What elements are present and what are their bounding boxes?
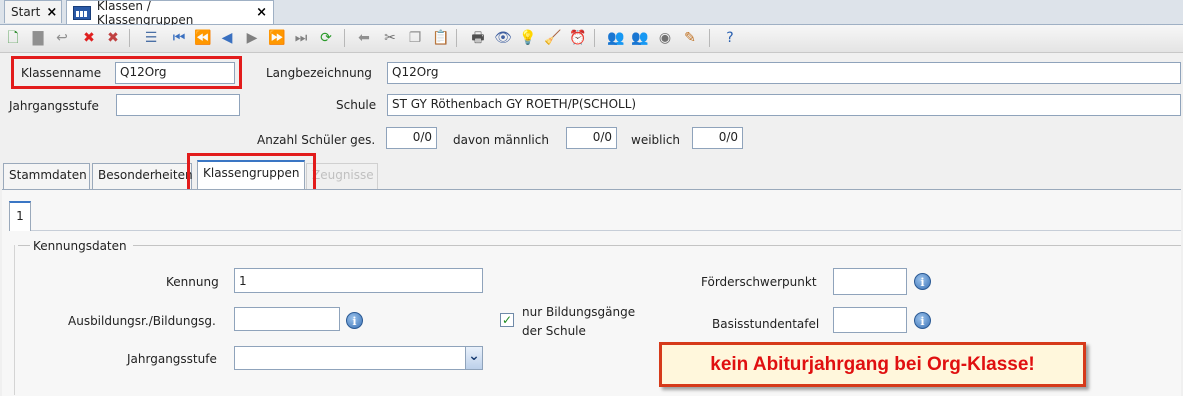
tab-klassen-label: Klassen / Klassengruppen	[96, 0, 194, 27]
schule-field[interactable]: ST GY Röthenbach GY ROETH/P(SCHOLL)	[387, 94, 1181, 116]
delete-icon[interactable]: ✖	[79, 28, 99, 48]
close-icon[interactable]: ×	[46, 5, 57, 20]
paste-icon[interactable]: 📋	[431, 28, 451, 48]
basisstundentafel-label: Basisstundentafel	[712, 317, 820, 331]
anzahl-schueler-value: 0/0	[386, 127, 437, 149]
foerderschwerpunkt-label: Förderschwerpunkt	[701, 275, 817, 289]
copy-icon[interactable]: ❐	[405, 28, 425, 48]
anzahl-schueler-label: Anzahl Schüler ges.	[257, 133, 376, 147]
weiblich-label: weiblich	[631, 133, 681, 147]
info-icon[interactable]: i	[914, 273, 931, 290]
print-icon[interactable]: 🖶	[468, 28, 488, 48]
previous-record-icon[interactable]: ◀	[217, 28, 237, 48]
basisstundentafel-field[interactable]	[833, 307, 907, 333]
kennung-jahrgangsstufe-select[interactable]	[234, 346, 483, 370]
section-line-vertical	[14, 245, 15, 395]
toolbar-separator	[594, 29, 595, 47]
user-group-icon[interactable]: 👥	[630, 28, 650, 48]
toolbar-separator	[456, 29, 457, 47]
hint-icon[interactable]: 💡	[518, 28, 538, 48]
new-icon[interactable]: 🗋	[3, 28, 23, 48]
users-icon[interactable]: 👥	[606, 28, 626, 48]
unit-icon[interactable]: ◉	[655, 28, 675, 48]
bildungsgaenge-checkbox[interactable]: ✓	[500, 313, 514, 327]
window-icon	[73, 5, 91, 20]
klassenname-field[interactable]: Q12Org	[115, 62, 235, 84]
section-line-right	[133, 245, 1181, 246]
undo-icon[interactable]: ↩	[52, 28, 72, 48]
toolbar: 🗋 ▇ ↩ ✖ ✖ ☰ ⏮ ⏪ ◀ ▶ ⏩ ⏭ ⟳ ⬅ ✂ ❐ 📋 🖶 👁 💡 🧹 ⏰ 👥 👥 ◉ ✎?	[0, 25, 1183, 53]
langbezeichnung-label: Langbezeichnung	[266, 66, 372, 80]
jahrgangsstufe-field[interactable]	[116, 94, 240, 116]
schule-label: Schule	[336, 98, 377, 112]
toolbar-separator	[709, 29, 710, 47]
tab-start[interactable]: Start ×	[4, 0, 62, 23]
edit-note-icon[interactable]: ✎	[680, 28, 700, 48]
langbezeichnung-field[interactable]: Q12Org	[387, 62, 1181, 84]
chevron-down-icon[interactable]: ⌄	[465, 347, 482, 369]
preview-icon[interactable]: 👁	[493, 28, 513, 48]
bildungsgaenge-checkbox-label-1: nur Bildungsgänge	[522, 305, 636, 319]
tab-klassen[interactable]: Klassen / Klassengruppen ×	[66, 0, 274, 27]
bildungsgaenge-checkbox-label-2: der Schule	[522, 324, 586, 338]
tab-stammdaten[interactable]: Stammdaten	[3, 163, 90, 189]
foerderschwerpunkt-field[interactable]	[833, 268, 907, 295]
kennung-label: Kennung	[166, 275, 219, 289]
rewind-icon[interactable]: ⏪	[193, 28, 213, 48]
tab-start-label: Start	[11, 5, 41, 19]
clean-icon[interactable]: 🧹	[543, 28, 563, 48]
clock-icon[interactable]: ⏰	[568, 28, 588, 48]
section-line-left	[18, 245, 30, 246]
maennlich-label: davon männlich	[453, 133, 549, 147]
maennlich-value: 0/0	[566, 127, 617, 149]
section-title: Kennungsdaten	[33, 239, 127, 253]
toolbar-separator	[129, 29, 130, 47]
subtab-1[interactable]: 1	[9, 201, 31, 231]
cut-icon[interactable]: ✂	[380, 28, 400, 48]
help-icon[interactable]: ?	[720, 28, 740, 48]
ausbildung-field[interactable]	[234, 307, 340, 331]
refresh-icon[interactable]: ⟳	[316, 28, 336, 48]
kennung-jahrgangsstufe-label: Jahrgangsstufe	[127, 352, 217, 366]
weiblich-value: 0/0	[692, 127, 743, 149]
close-icon[interactable]: ×	[256, 5, 267, 20]
save-icon[interactable]: ▇	[28, 28, 48, 48]
fast-forward-icon[interactable]: ⏩	[267, 28, 287, 48]
last-record-icon[interactable]: ⏭	[291, 28, 311, 48]
toolbar-separator	[344, 29, 345, 47]
kennung-field[interactable]: 1	[234, 268, 483, 293]
back-icon[interactable]: ⬅	[354, 28, 374, 48]
klassenname-label: Klassenname	[21, 66, 102, 80]
tab-zeugnisse[interactable]: Zeugnisse	[306, 163, 378, 189]
info-icon[interactable]: i	[346, 312, 363, 329]
ausbildung-label: Ausbildungsr./Bildungsg.	[68, 314, 216, 328]
tab-besonderheiten[interactable]: Besonderheiten	[92, 163, 193, 189]
info-icon[interactable]: i	[914, 312, 931, 329]
list-icon[interactable]: ☰	[141, 28, 161, 48]
annotation-note: kein Abiturjahrgang bei Org-Klasse!	[659, 342, 1086, 387]
jahrgangsstufe-label: Jahrgangsstufe	[9, 99, 99, 113]
first-record-icon[interactable]: ⏮	[169, 28, 189, 48]
next-record-icon[interactable]: ▶	[242, 28, 262, 48]
delete-record-icon[interactable]: ✖	[103, 28, 123, 48]
subtab-divider	[31, 230, 1181, 231]
